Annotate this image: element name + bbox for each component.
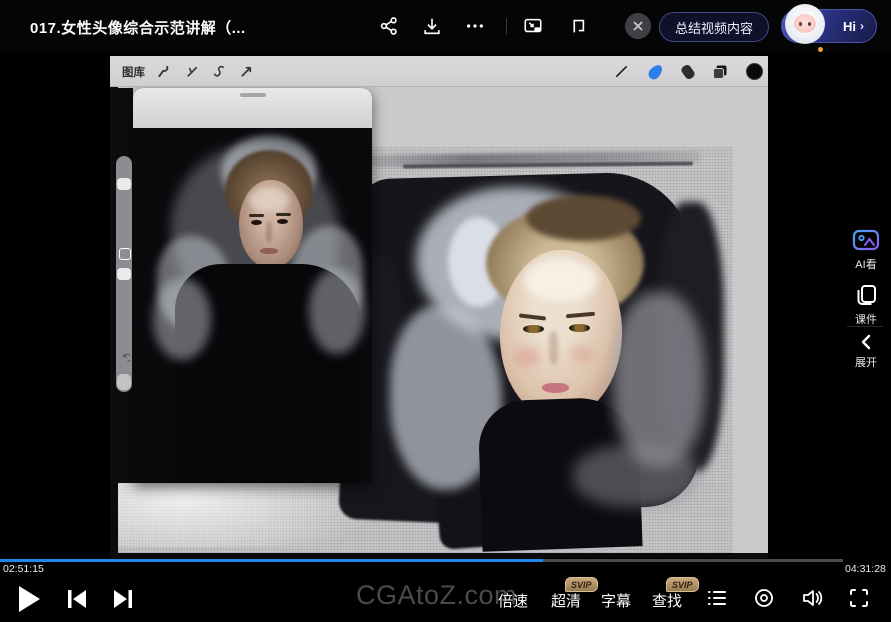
reference-photo <box>133 128 372 483</box>
reference-face <box>239 180 303 268</box>
gallery-button: 图库 <box>122 64 145 80</box>
download-icon[interactable] <box>420 14 444 38</box>
painted-lips <box>542 383 569 393</box>
find-button[interactable]: 查找 <box>652 590 682 611</box>
chevron-right-icon: › <box>860 19 864 33</box>
brush-icon <box>613 63 630 80</box>
ai-assistant-button[interactable]: Hi › <box>781 9 877 43</box>
watermark: CGAtoZ.com <box>356 580 517 611</box>
rail-divider <box>847 326 883 327</box>
progress-fill <box>0 559 543 562</box>
assistant-hi-label: Hi <box>843 19 856 34</box>
painted-clothing <box>477 396 642 551</box>
drag-handle <box>240 93 266 97</box>
progress-bar[interactable] <box>0 559 843 562</box>
ai-watch-label: AI看 <box>855 256 876 272</box>
record-icon[interactable] <box>752 586 776 610</box>
summarize-video-button[interactable]: 总结视频内容 <box>659 12 769 42</box>
reference-clothing <box>175 264 361 483</box>
reference-window <box>133 88 372 483</box>
more-icon[interactable] <box>463 14 487 38</box>
transform-icon <box>238 63 255 80</box>
sidebar-item-expand[interactable]: 展开 <box>843 334 889 370</box>
quality-button[interactable]: 超清 <box>551 590 581 611</box>
procreate-toolbar: 图库 <box>110 56 768 87</box>
previous-button[interactable] <box>64 588 90 610</box>
assistant-avatar <box>785 4 825 44</box>
toolbar-separator <box>506 18 507 35</box>
smudge-icon-active <box>647 63 664 80</box>
layers-icon <box>711 63 728 80</box>
title-bar: 017.女性头像综合示范讲解（... 总结视频内容 <box>0 0 891 52</box>
ai-camera-icon <box>852 228 880 252</box>
expand-label: 展开 <box>855 354 877 370</box>
total-time: 04:31:28 <box>845 563 886 575</box>
summarize-video-label: 总结视频内容 <box>675 18 753 37</box>
chevron-left-icon <box>859 334 873 350</box>
share-icon[interactable] <box>377 14 401 38</box>
video-title: 017.女性头像综合示范讲解（... <box>30 17 246 38</box>
brush-size-slider <box>117 178 131 190</box>
close-icon[interactable] <box>625 13 651 39</box>
mini-window-icon[interactable] <box>565 14 589 38</box>
subtitles-button[interactable]: 字幕 <box>601 590 631 611</box>
page: { "colors": { "accent_blue": "#1e86ee", … <box>0 0 891 622</box>
video-frame[interactable]: 图库 <box>110 56 768 558</box>
volume-icon[interactable] <box>799 586 825 610</box>
modify-button <box>119 248 131 260</box>
picture-in-picture-icon[interactable] <box>521 14 545 38</box>
actions-wrench-icon <box>154 63 171 80</box>
selection-icon <box>211 63 228 80</box>
eraser-icon <box>679 63 696 80</box>
procreate-sidebar <box>116 156 132 392</box>
current-time: 02:51:15 <box>3 563 44 575</box>
sidebar-item-courseware[interactable]: 课件 <box>843 283 889 327</box>
playlist-icon[interactable] <box>705 586 729 610</box>
painted-veil <box>416 187 621 342</box>
painted-face <box>497 248 625 420</box>
undo-icon <box>118 352 130 367</box>
adjustments-icon <box>184 63 201 80</box>
sidebar-item-ai-watch[interactable]: AI看 <box>843 228 889 272</box>
fullscreen-icon[interactable] <box>847 586 871 610</box>
reference-hair <box>225 150 313 232</box>
reference-window-titlebar <box>133 88 372 128</box>
courseware-label: 课件 <box>855 311 877 327</box>
courseware-icon <box>854 283 878 307</box>
assistant-sparkle <box>818 47 823 52</box>
play-button[interactable] <box>14 583 44 615</box>
next-button[interactable] <box>110 588 136 610</box>
color-swatch <box>746 63 763 80</box>
painted-hair <box>486 207 644 319</box>
speed-button[interactable]: 倍速 <box>498 590 528 611</box>
brush-opacity-slider <box>117 268 131 280</box>
